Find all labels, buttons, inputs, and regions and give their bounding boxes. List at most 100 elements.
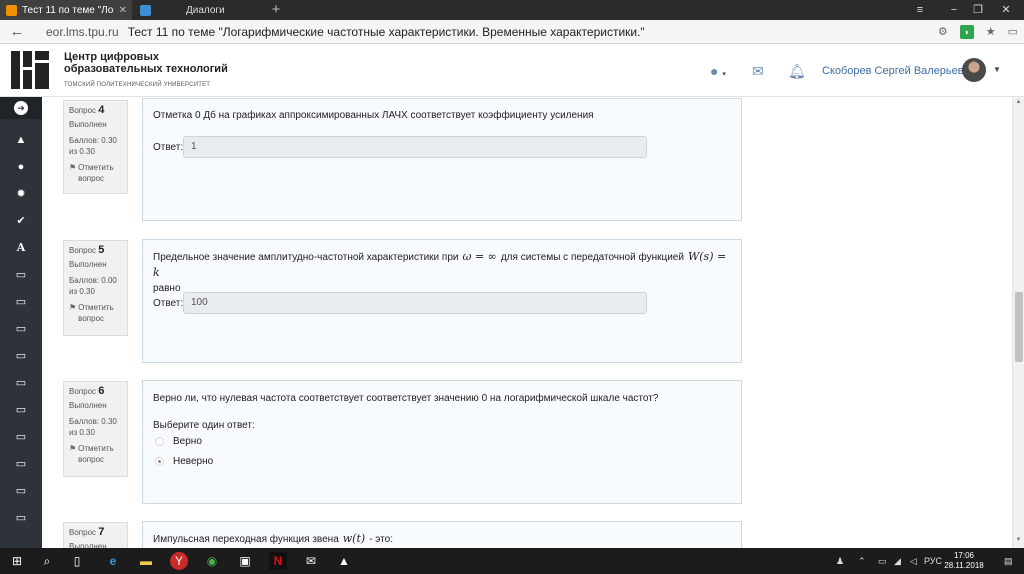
flag-question-button[interactable]: ⚑ Отметить вопрос [69, 443, 122, 465]
chat-favicon-icon [140, 4, 151, 16]
sidebar-folder-icon[interactable]: ▭ [0, 372, 42, 394]
address-bar: ← eor.lms.tpu.ru Тест 11 по теме "Логари… [0, 20, 1024, 44]
browser-tab-dialogs[interactable]: Диалоги [134, 0, 264, 20]
question-info-5: Вопрос 5 Выполнен Баллов: 0.00 из 0.30 ⚑… [63, 240, 128, 336]
window-close-icon[interactable]: ✕ [994, 0, 1018, 20]
messages-envelope-icon[interactable]: ✉ [752, 63, 764, 80]
brand-subtitle: образовательных технологий [64, 63, 228, 75]
sidebar-grades-icon[interactable]: A [0, 237, 42, 259]
url-page-title[interactable]: Тест 11 по теме "Логарифмические частотн… [128, 25, 645, 39]
browser-tab-test[interactable]: Тест 11 по теме "Логари ✕ [0, 0, 132, 20]
language-globe-icon[interactable]: ● ▾ [710, 63, 726, 79]
sidebar-folder-icon[interactable]: ▭ [0, 507, 42, 529]
user-menu-chevron-down-icon[interactable]: ▼ [993, 65, 1001, 74]
tab-title: Тест 11 по теме "Логари [22, 4, 114, 16]
minimize-icon[interactable]: − [942, 0, 966, 20]
question-number: Вопрос 5 [69, 244, 105, 256]
search-icon[interactable]: ⌕ [38, 552, 56, 570]
sidebar-folder-icon[interactable]: ▭ [0, 345, 42, 367]
people-icon[interactable]: ♟ [836, 548, 844, 574]
battery-icon[interactable]: ▭ [878, 548, 887, 574]
radio-label-true[interactable]: Верно [173, 436, 202, 447]
university-name: Томский политехнический университет [64, 82, 211, 88]
moodle-favicon-icon [6, 4, 17, 16]
flag-question-button[interactable]: ⚑ Отметить вопрос [69, 302, 122, 324]
sidebar-folder-icon[interactable]: ▭ [0, 264, 42, 286]
sidebar-competencies-check-icon[interactable]: ✔ [0, 210, 42, 232]
sidebar-folder-icon[interactable]: ▭ [0, 318, 42, 340]
sidebar-badge-icon[interactable]: ✹ [0, 183, 42, 205]
chrome-icon[interactable]: ◉ [203, 552, 221, 570]
back-arrow-icon[interactable]: ← [0, 23, 34, 40]
sidebar-folder-icon[interactable]: ▭ [0, 399, 42, 421]
question-grade: Баллов: 0.00 из 0.30 [69, 276, 117, 296]
question-state: Выполнен [69, 401, 107, 410]
answer-input[interactable]: 100 [183, 292, 647, 314]
bookmark-star-icon[interactable]: ★ [986, 25, 996, 38]
settings-gear-icon[interactable]: ⚙ [938, 25, 948, 38]
radio-label-false[interactable]: Неверно [173, 456, 213, 467]
answer-input[interactable]: 1 [183, 136, 647, 158]
sidebar-participants-icon[interactable]: ● [0, 156, 42, 178]
question-number: Вопрос 7 [69, 526, 105, 538]
system-clock[interactable]: 17:06 28.11.2018 [940, 551, 988, 571]
flag-icon: ⚑ [69, 303, 77, 312]
scroll-up-icon[interactable]: ▲ [1013, 99, 1024, 105]
volume-icon[interactable]: ◁ [910, 548, 917, 574]
restore-icon[interactable]: ❐ [966, 0, 990, 20]
question-text: Предельное значение амплитудно-частотной… [153, 250, 727, 294]
math-impulse-response: w(t) [342, 532, 366, 545]
user-name[interactable]: Скоборев Сергей Валерьевич [822, 65, 976, 77]
question-state: Выполнен [69, 120, 107, 129]
file-explorer-icon[interactable]: ▬ [137, 552, 155, 570]
yandex-browser-icon[interactable]: Y [170, 552, 188, 570]
scroll-thumb[interactable] [1015, 292, 1023, 362]
task-view-icon[interactable]: ▯ [68, 552, 86, 570]
address-bar-actions: ⚙ ◗ ★ ▭ [932, 20, 1024, 43]
avatar[interactable] [962, 58, 986, 82]
question-number: Вопрос 6 [69, 385, 105, 397]
notifications-bell-icon[interactable]: 🔔︎ [788, 63, 806, 80]
protect-wifi-icon[interactable]: ◗ [959, 24, 974, 39]
store-icon[interactable]: ▣ [236, 552, 254, 570]
sidebar-folder-icon[interactable]: ▭ [0, 291, 42, 313]
sidebar-graduation-cap-icon[interactable]: ▲ [0, 129, 42, 151]
question-text: Импульсная переходная функция звена w(t) -… [153, 532, 393, 545]
new-tab-button[interactable]: + [268, 0, 284, 20]
radio-option-false[interactable] [155, 457, 164, 466]
tray-chevron-up-icon[interactable]: ⌃ [858, 548, 866, 574]
edge-browser-icon[interactable]: e [104, 552, 122, 570]
radio-option-true[interactable] [155, 437, 164, 446]
answer-prompt: Выберите один ответ: [153, 420, 255, 431]
flag-icon: ⚑ [69, 163, 77, 172]
flag-question-button[interactable]: ⚑ Отметить вопрос [69, 162, 122, 184]
question-grade: Баллов: 0.30 из 0.30 [69, 417, 117, 437]
action-center-icon[interactable]: ▤ [1004, 548, 1013, 574]
question-text: Отметка 0 Дб на графиках аппроксимирован… [153, 110, 594, 121]
sidebar-nav: ➔ ▲ ● ✹ ✔ A ▭ ▭ ▭ ▭ ▭ ▭ ▭ ▭ ▭ ▭ [0, 97, 42, 548]
question-text: Верно ли, что нулевая частота соответств… [153, 393, 659, 404]
taskbar: ⊞ ⌕ ▯ e ▬ Y ◉ ▣ N ✉ ▲ ♟ ⌃ ▭ ◢ ◁ РУС 17:0… [0, 548, 1024, 574]
mail-icon[interactable]: ✉ [302, 552, 320, 570]
tab-close-icon[interactable]: ✕ [119, 5, 127, 16]
netflix-icon[interactable]: N [269, 552, 287, 570]
flag-icon: ⚑ [69, 444, 77, 453]
url-domain[interactable]: eor.lms.tpu.ru [46, 25, 119, 39]
windows-start-icon[interactable]: ⊞ [8, 552, 26, 570]
browser-tab-strip: Тест 11 по теме "Логари ✕ Диалоги + ≡ − … [0, 0, 1024, 20]
sidebar-folder-icon[interactable]: ▭ [0, 453, 42, 475]
sidebar-folder-icon[interactable]: ▭ [0, 480, 42, 502]
page-scrollbar[interactable]: ▲ ▼ [1012, 97, 1024, 548]
question-number: Вопрос 4 [69, 104, 105, 116]
browser-menu-icon[interactable]: ≡ [908, 0, 932, 20]
tpu-logo-icon[interactable] [11, 51, 49, 89]
photos-icon[interactable]: ▲ [335, 552, 353, 570]
sidebar-folder-icon[interactable]: ▭ [0, 426, 42, 448]
downloads-icon[interactable]: ▭ [1008, 25, 1018, 38]
answer-label: Ответ: [153, 298, 184, 309]
brand-title: Центр цифровых [64, 51, 159, 63]
scroll-down-icon[interactable]: ▼ [1013, 537, 1024, 543]
sidebar-toggle-arrow-icon[interactable]: ➔ [0, 97, 42, 119]
site-header: Центр цифровых образовательных технологи… [0, 45, 1024, 97]
network-icon[interactable]: ◢ [894, 548, 901, 574]
